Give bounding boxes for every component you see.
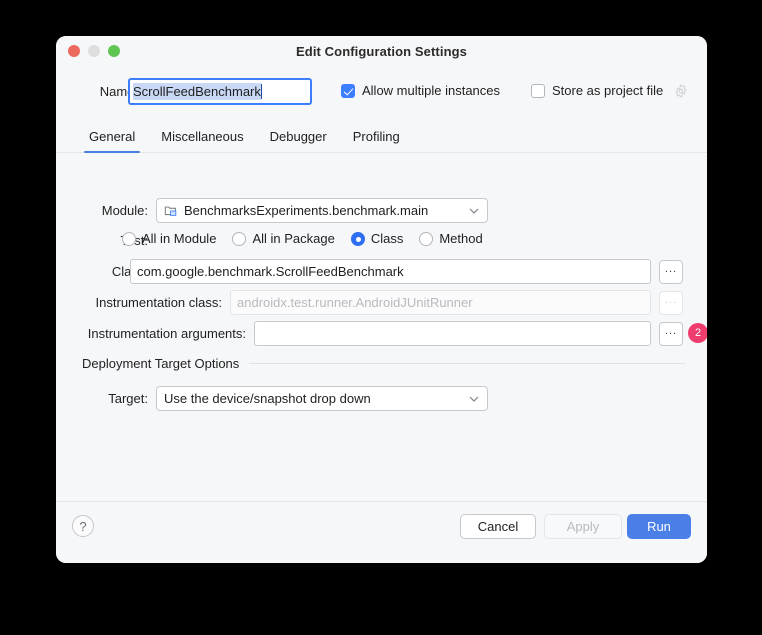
module-row: Module: BenchmarksExperiments.benchmark.… [56, 198, 707, 224]
radio-class-label: Class [371, 231, 404, 246]
apply-button: Apply [544, 514, 622, 539]
tab-debugger[interactable]: Debugger [257, 129, 340, 152]
checkbox-checked-icon [341, 84, 355, 98]
chevron-down-icon [469, 395, 479, 402]
name-input-value: ScrollFeedBenchmark [133, 83, 261, 100]
radio-unselected-icon [122, 232, 136, 246]
radio-unselected-icon [419, 232, 433, 246]
name-input[interactable]: ScrollFeedBenchmark [128, 78, 312, 105]
radio-method[interactable]: Method [419, 231, 482, 246]
store-as-project-file-checkbox[interactable]: Store as project file [531, 83, 688, 98]
instrumentation-arguments-input[interactable] [254, 321, 651, 346]
radio-method-label: Method [439, 231, 482, 246]
cancel-button[interactable]: Cancel [460, 514, 536, 539]
checkbox-unchecked-icon [531, 84, 545, 98]
help-button[interactable]: ? [72, 515, 94, 537]
instrumentation-class-browse-button: ... [659, 291, 683, 315]
test-scope-row: Test: All in Module All in Package Class… [56, 228, 707, 254]
general-tab-panel: Module: BenchmarksExperiments.benchmark.… [56, 153, 707, 501]
allow-multiple-instances-checkbox[interactable]: Allow multiple instances [341, 83, 500, 98]
class-input-value: com.google.benchmark.ScrollFeedBenchmark [137, 264, 404, 279]
title-bar: Edit Configuration Settings [56, 36, 707, 68]
instrumentation-class-placeholder: androidx.test.runner.AndroidJUnitRunner [237, 295, 473, 310]
allow-multiple-instances-label: Allow multiple instances [362, 83, 500, 98]
radio-all-in-package[interactable]: All in Package [232, 231, 334, 246]
tab-profiling[interactable]: Profiling [340, 129, 413, 152]
run-button[interactable]: Run [627, 514, 691, 539]
target-row: Target: Use the device/snapshot drop dow… [56, 386, 707, 412]
section-divider [249, 363, 685, 364]
target-label: Target: [56, 391, 148, 406]
window-title: Edit Configuration Settings [56, 44, 707, 59]
test-scope-radio-group: All in Module All in Package Class Metho… [122, 231, 499, 246]
class-row: Class: com.google.benchmark.ScrollFeedBe… [56, 259, 707, 285]
instrumentation-class-input: androidx.test.runner.AndroidJUnitRunner [230, 290, 651, 315]
radio-all-in-module[interactable]: All in Module [122, 231, 216, 246]
radio-unselected-icon [232, 232, 246, 246]
text-caret [261, 84, 263, 99]
instrumentation-class-label: Instrumentation class: [56, 295, 222, 310]
status-badge[interactable]: 2 [688, 323, 707, 343]
tab-general[interactable]: General [76, 129, 148, 152]
deployment-target-options-section: Deployment Target Options [82, 356, 685, 371]
target-combobox-value: Use the device/snapshot drop down [164, 391, 371, 406]
radio-all-in-module-label: All in Module [142, 231, 216, 246]
dialog-footer: ? Cancel Apply Run [56, 501, 707, 563]
instrumentation-arguments-browse-button[interactable]: ... [659, 322, 683, 346]
module-folder-icon [164, 204, 178, 218]
instrumentation-arguments-row: Instrumentation arguments: ... 2 [56, 321, 707, 347]
target-combobox[interactable]: Use the device/snapshot drop down [156, 386, 488, 411]
instrumentation-arguments-label: Instrumentation arguments: [56, 326, 246, 341]
class-input[interactable]: com.google.benchmark.ScrollFeedBenchmark [130, 259, 651, 284]
module-label: Module: [56, 203, 148, 218]
class-browse-button[interactable]: ... [659, 260, 683, 284]
module-combobox[interactable]: BenchmarksExperiments.benchmark.main [156, 198, 488, 223]
radio-class[interactable]: Class [351, 231, 404, 246]
deployment-target-options-title: Deployment Target Options [82, 356, 239, 371]
module-combobox-value: BenchmarksExperiments.benchmark.main [184, 203, 428, 218]
chevron-down-icon [469, 207, 479, 214]
gear-icon[interactable] [674, 84, 688, 98]
tab-bar: General Miscellaneous Debugger Profiling [56, 122, 707, 153]
name-row: Name: ScrollFeedBenchmark Allow multiple… [56, 78, 707, 108]
store-as-project-file-label: Store as project file [552, 83, 663, 98]
edit-configuration-dialog: Edit Configuration Settings Name: Scroll… [56, 36, 707, 563]
instrumentation-class-row: Instrumentation class: androidx.test.run… [56, 290, 707, 316]
radio-all-in-package-label: All in Package [252, 231, 334, 246]
tab-miscellaneous[interactable]: Miscellaneous [148, 129, 256, 152]
radio-selected-icon [351, 232, 365, 246]
